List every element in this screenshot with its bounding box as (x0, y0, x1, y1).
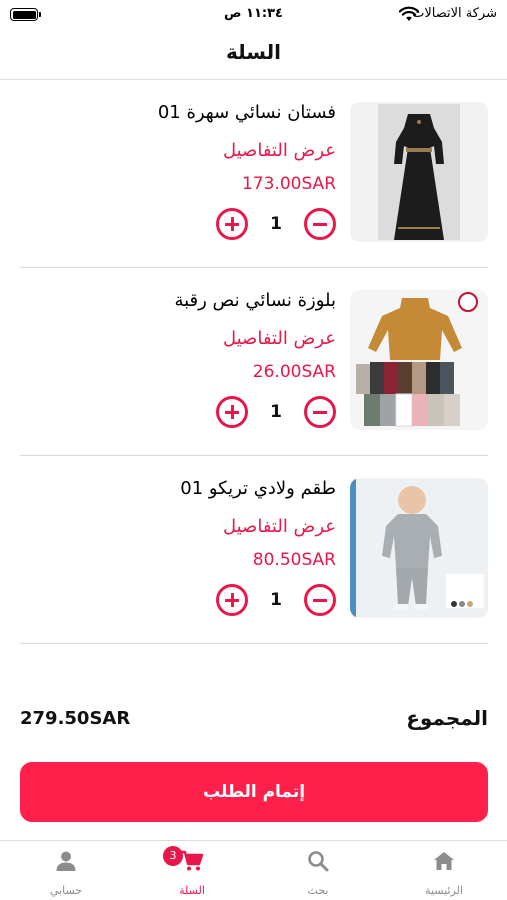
page-title: السلة (225, 40, 281, 64)
tab-home[interactable]: الرئيسية (381, 841, 507, 900)
view-details-link[interactable]: عرض التفاصيل (223, 328, 336, 349)
tab-account[interactable]: حسابي (3, 841, 129, 900)
product-price: 173.00SAR (241, 174, 336, 194)
tab-cart[interactable]: السلة (129, 841, 255, 900)
tab-label: حسابي (49, 884, 83, 897)
view-details-link[interactable]: عرض التفاصيل (223, 140, 336, 161)
product-price: 26.00SAR (252, 362, 336, 382)
cart-count-badge: 3 (163, 846, 183, 866)
search-icon (308, 851, 329, 872)
cart-item: بلوزة نسائي نص رقبة عرض التفاصيل 26.00SA… (20, 268, 488, 456)
kids-set-product-image[interactable] (350, 478, 488, 618)
cart-item: فستان نسائي سهرة 01 عرض التفاصيل 173.00S… (20, 80, 488, 268)
tab-label: الرئيسية (425, 884, 463, 897)
dress-product-image[interactable] (350, 102, 488, 242)
tab-bar: الرئيسية بحث السلة حسابي (0, 840, 507, 900)
home-icon (434, 852, 454, 870)
tab-label: بحث (307, 884, 329, 897)
person-icon (56, 851, 76, 871)
product-price: 80.50SAR (252, 550, 336, 570)
checkout-button[interactable]: إتمام الطلب (20, 762, 488, 822)
product-name: فستان نسائي سهرة 01 (157, 102, 336, 123)
status-bar: شركة الاتصالات ١١:٣٤ ص (0, 0, 507, 30)
battery-icon (10, 8, 41, 21)
tab-search[interactable]: بحث (255, 841, 381, 900)
minus-icon[interactable] (304, 208, 336, 240)
cart-icon (181, 850, 204, 871)
minus-icon[interactable] (304, 584, 336, 616)
product-name: طقم ولادي تريكو 01 (180, 478, 336, 499)
tab-label: السلة (179, 884, 205, 897)
quantity-stepper: 1 (216, 208, 336, 242)
view-details-link[interactable]: عرض التفاصيل (223, 516, 336, 537)
total-row: المجموع 279.50SAR (20, 706, 488, 736)
product-name: بلوزة نسائي نص رقبة (174, 290, 336, 311)
header: السلة (0, 30, 507, 80)
total-label: المجموع (406, 706, 488, 730)
clock: ١١:٣٤ ص (224, 6, 283, 21)
cart-item: طقم ولادي تريكو 01 عرض التفاصيل 80.50SAR… (20, 456, 488, 644)
total-value: 279.50SAR (20, 708, 131, 729)
sweater-product-image[interactable] (350, 290, 488, 430)
quantity-stepper: 1 (216, 396, 336, 430)
quantity-stepper: 1 (216, 584, 336, 618)
minus-icon[interactable] (304, 396, 336, 428)
